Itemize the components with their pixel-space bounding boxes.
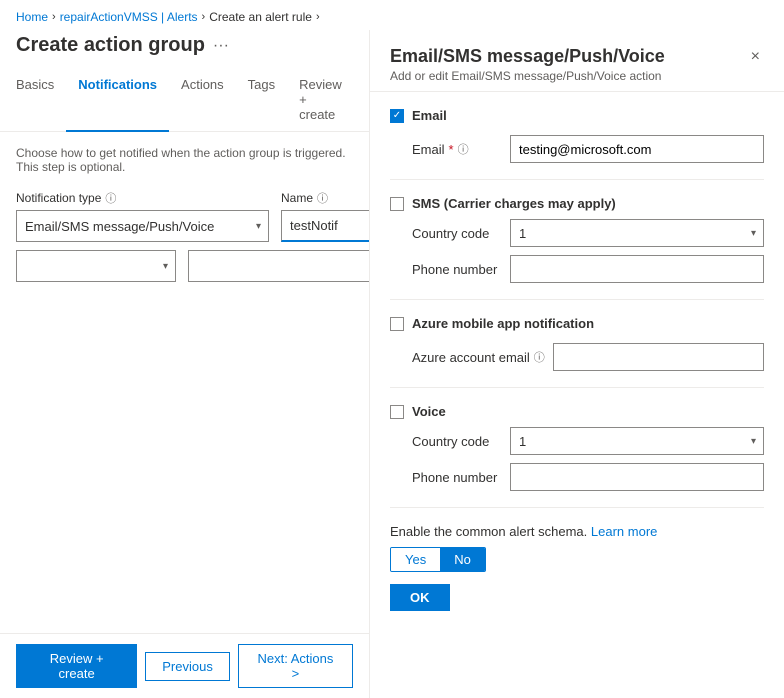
tab-review-create[interactable]: Review + create <box>287 69 354 132</box>
review-create-button[interactable]: Review + create <box>16 644 137 688</box>
schema-toggle-group: Yes No <box>390 547 486 572</box>
voice-label: Voice <box>412 404 446 419</box>
tab-tags[interactable]: Tags <box>236 69 287 132</box>
sms-country-label: Country code <box>412 226 502 241</box>
voice-country-row: Country code 1 ▾ <box>412 427 764 455</box>
email-field-label: Email * ⓘ <box>412 141 502 157</box>
azure-app-info-icon[interactable]: ⓘ <box>534 349 545 365</box>
voice-phone-row: Phone number <box>412 463 764 491</box>
flyout-panel: Email/SMS message/Push/Voice Add or edit… <box>370 30 784 698</box>
sms-country-select[interactable]: 1 <box>510 219 764 247</box>
sms-section: SMS (Carrier charges may apply) Country … <box>390 196 764 283</box>
sms-phone-input[interactable] <box>510 255 764 283</box>
sms-checkbox[interactable] <box>390 197 404 211</box>
previous-button[interactable]: Previous <box>145 652 230 681</box>
sms-label: SMS (Carrier charges may apply) <box>412 196 616 211</box>
voice-phone-input[interactable] <box>510 463 764 491</box>
azure-app-checkbox-row: Azure mobile app notification <box>390 316 764 331</box>
breadcrumb-current: Create an alert rule <box>209 10 312 24</box>
schema-label: Enable the common alert schema. Learn mo… <box>390 524 764 539</box>
more-options-icon[interactable]: ··· <box>213 37 229 55</box>
email-info-icon[interactable]: ⓘ <box>458 141 469 157</box>
sms-country-row: Country code 1 ▾ <box>412 219 764 247</box>
notification-type-select[interactable]: Email/SMS message/Push/VoiceEmail Azure … <box>16 210 269 242</box>
voice-phone-label: Phone number <box>412 470 502 485</box>
email-field-row: Email * ⓘ <box>412 135 764 163</box>
name-info-icon[interactable]: ⓘ <box>317 190 328 206</box>
tab-basics[interactable]: Basics <box>16 69 66 132</box>
name-label: Name ⓘ <box>281 190 369 206</box>
voice-checkbox[interactable] <box>390 405 404 419</box>
breadcrumb-home[interactable]: Home <box>16 10 48 24</box>
flyout-subtitle: Add or edit Email/SMS message/Push/Voice… <box>390 69 665 83</box>
email-input[interactable] <box>510 135 764 163</box>
voice-section: Voice Country code 1 ▾ Phone number <box>390 404 764 491</box>
schema-yes-button[interactable]: Yes <box>391 548 440 571</box>
breadcrumb-resource[interactable]: repairActionVMSS | Alerts <box>60 10 198 24</box>
schema-learn-more-link[interactable]: Learn more <box>591 524 657 539</box>
tab-description: Choose how to get notified when the acti… <box>16 146 353 174</box>
email-label: Email <box>412 108 447 123</box>
flyout-close-button[interactable]: × <box>747 46 764 68</box>
schema-row: Enable the common alert schema. Learn mo… <box>390 524 764 572</box>
notification-type-label: Notification type ⓘ <box>16 190 269 206</box>
sms-phone-row: Phone number <box>412 255 764 283</box>
azure-app-email-row: Azure account email ⓘ <box>412 343 764 371</box>
sms-phone-label: Phone number <box>412 262 502 277</box>
flyout-title: Email/SMS message/Push/Voice <box>390 46 665 67</box>
tab-notifications[interactable]: Notifications <box>66 69 169 132</box>
name-input-row2[interactable] <box>188 250 369 282</box>
azure-app-checkbox[interactable] <box>390 317 404 331</box>
page-title: Create action group <box>16 34 205 57</box>
tab-actions[interactable]: Actions <box>169 69 236 132</box>
tab-bar: Basics Notifications Actions Tags Review… <box>0 69 369 132</box>
email-checkbox-row: Email <box>390 108 764 123</box>
azure-app-email-label: Azure account email ⓘ <box>412 349 545 365</box>
next-actions-button[interactable]: Next: Actions > <box>238 644 353 688</box>
schema-no-button[interactable]: No <box>440 548 485 571</box>
notification-type-info-icon[interactable]: ⓘ <box>105 190 116 206</box>
ok-button[interactable]: OK <box>390 584 450 611</box>
azure-app-email-input[interactable] <box>553 343 764 371</box>
email-checkbox[interactable] <box>390 109 404 123</box>
breadcrumb: Home › repairActionVMSS | Alerts › Creat… <box>0 0 784 30</box>
notification-type-select-row2[interactable] <box>16 250 176 282</box>
voice-country-select[interactable]: 1 <box>510 427 764 455</box>
name-input[interactable] <box>281 210 369 242</box>
voice-country-label: Country code <box>412 434 502 449</box>
bottom-bar: Review + create Previous Next: Actions > <box>0 633 369 698</box>
azure-app-label: Azure mobile app notification <box>412 316 594 331</box>
email-required-marker: * <box>449 142 454 157</box>
